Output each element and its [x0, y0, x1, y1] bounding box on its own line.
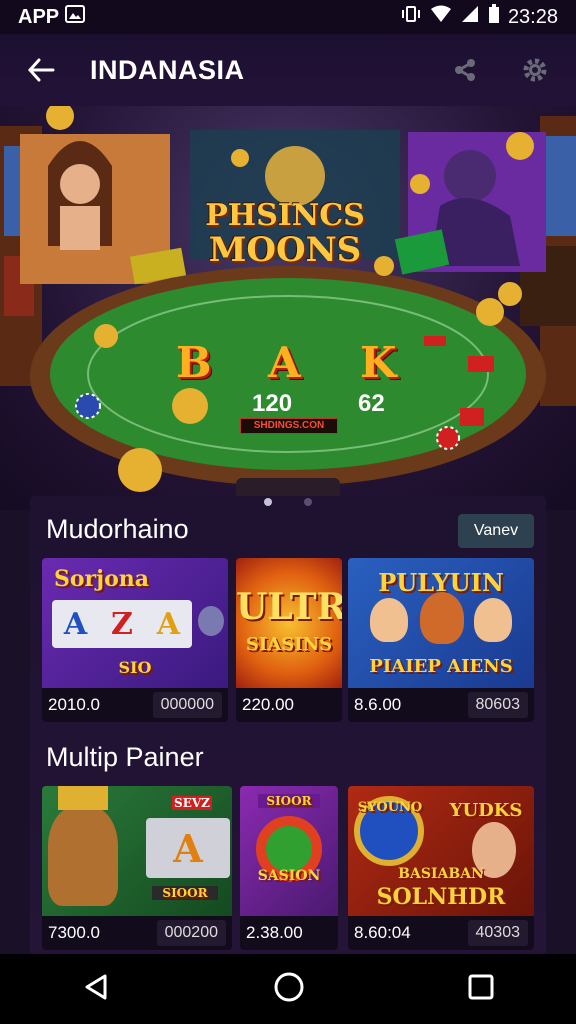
status-time: 23:28	[507, 5, 558, 28]
section-title-1: Mudorhaino	[46, 514, 189, 544]
image-notification-icon	[65, 5, 86, 29]
game-title: Sorjona	[54, 566, 150, 592]
card-footer: 220.00	[236, 688, 342, 722]
table-number-left: 120	[252, 390, 293, 417]
section-title-2: Multip Painer	[46, 742, 204, 772]
app-bar: INDANASIA	[0, 34, 576, 106]
game-thumbnail: Sorjona A Z A SIO	[42, 558, 228, 688]
carousel-dot[interactable]	[304, 498, 312, 506]
game-card[interactable]: PULYUIN PIAIEP AIENS 8.6.00 80603	[348, 558, 534, 722]
table-letter-1: B	[176, 338, 212, 387]
hero-banner[interactable]: PHSINCS MOONS B A K 120 62 SHDINGS.CON	[0, 106, 576, 510]
card-footer: 8.60:04 40303	[348, 916, 534, 950]
card-footer: 2.38.00	[240, 916, 338, 950]
card-secondary-value: 80603	[467, 692, 528, 718]
card-footer: 8.6.00 80603	[348, 688, 534, 722]
status-app-label: APP	[18, 5, 60, 28]
table-letter-3: K	[360, 338, 397, 387]
recents-square-icon[interactable]	[467, 973, 495, 1006]
game-title: SYOUNO	[357, 800, 423, 815]
reel-symbol: Z	[111, 606, 133, 642]
crown-shape	[58, 786, 108, 810]
game-card[interactable]: ULTRA SIASINS 220.00	[236, 558, 342, 722]
hero-title-line1: PHSINCS	[205, 198, 365, 233]
game-subtitle: YUDKS	[449, 800, 523, 821]
signal-icon	[460, 5, 480, 29]
mascot-figure	[48, 806, 118, 906]
game-thumbnail: SIOOR SASION	[240, 786, 338, 916]
table-number-right: 62	[358, 390, 385, 417]
hero-artwork	[0, 106, 576, 510]
home-circle-icon[interactable]	[273, 971, 305, 1008]
slot-reel: A	[146, 818, 230, 878]
game-title: SIOOR	[258, 794, 320, 808]
card-value: 220.00	[242, 695, 294, 714]
game-thumbnail: SYOUNO YUDKS BASIABAN SOLNHDR	[348, 786, 534, 916]
game-tagline: BASIABAN	[398, 866, 484, 882]
share-icon[interactable]	[450, 55, 480, 85]
status-bar: APP 23:28	[0, 0, 576, 34]
content-panel: Mudorhaino Vanev Sorjona A Z A SIO 2010.…	[30, 496, 546, 956]
reel-symbol: A	[156, 606, 181, 642]
mascot-figure	[198, 606, 224, 636]
game-subtitle: SIOOR	[152, 886, 218, 900]
card-footer: 2010.0 000000	[42, 688, 228, 722]
game-card[interactable]: SIOOR SASION 2.38.00	[240, 786, 338, 950]
card-secondary-value: 40303	[467, 920, 528, 946]
battery-icon	[488, 4, 500, 30]
system-nav-bar	[0, 954, 576, 1024]
back-arrow-icon[interactable]	[26, 55, 56, 85]
card-footer: 7300.0 000200	[42, 916, 232, 950]
game-thumbnail: PULYUIN PIAIEP AIENS	[348, 558, 534, 688]
game-title: SEVZ	[172, 796, 212, 810]
back-triangle-icon[interactable]	[81, 972, 111, 1007]
game-subtitle: PIAIEP AIENS	[369, 656, 513, 677]
game-card[interactable]: SEVZ A SIOOR 7300.0 000200	[42, 786, 232, 950]
card-value: 7300.0	[48, 923, 100, 942]
game-title: ULTRA	[236, 586, 342, 628]
table-sign: SHDINGS.CON	[240, 418, 338, 434]
card-value: 8.60:04	[354, 923, 411, 942]
gear-icon[interactable]	[520, 55, 550, 85]
character-figure	[474, 598, 512, 642]
carousel-dot-active[interactable]	[264, 498, 272, 506]
card-value: 2.38.00	[246, 923, 303, 942]
game-subtitle: SIO	[118, 658, 152, 677]
card-value: 2010.0	[48, 695, 100, 714]
game-card[interactable]: SYOUNO YUDKS BASIABAN SOLNHDR 8.60:04 40…	[348, 786, 534, 950]
game-subtitle: SASION	[257, 868, 321, 884]
hero-title-line2: MOONS	[208, 230, 362, 270]
wifi-icon	[430, 5, 452, 29]
game-card[interactable]: Sorjona A Z A SIO 2010.0 000000	[42, 558, 228, 722]
status-left: APP	[18, 5, 86, 29]
fox-figure	[420, 592, 464, 644]
game-thumbnail: SEVZ A SIOOR	[42, 786, 232, 916]
carousel-indicator	[0, 498, 576, 506]
table-letter-2: A	[268, 338, 301, 387]
app-bar-actions	[450, 55, 550, 85]
card-value: 8.6.00	[354, 695, 402, 714]
reel-symbol: A	[63, 606, 88, 642]
card-secondary-value: 000200	[156, 920, 226, 946]
character-figure	[370, 598, 408, 642]
game-thumbnail: ULTRA SIASINS	[236, 558, 342, 688]
slot-reels: A Z A	[52, 600, 192, 648]
app-title: INDANASIA	[90, 54, 245, 85]
game-tagline-2: SOLNHDR	[376, 884, 506, 910]
game-subtitle: SIASINS	[245, 634, 333, 655]
card-secondary-value: 000000	[152, 692, 222, 718]
vibrate-icon	[400, 5, 422, 29]
view-all-button[interactable]: Vanev	[458, 514, 534, 548]
status-right: 23:28	[400, 4, 558, 30]
